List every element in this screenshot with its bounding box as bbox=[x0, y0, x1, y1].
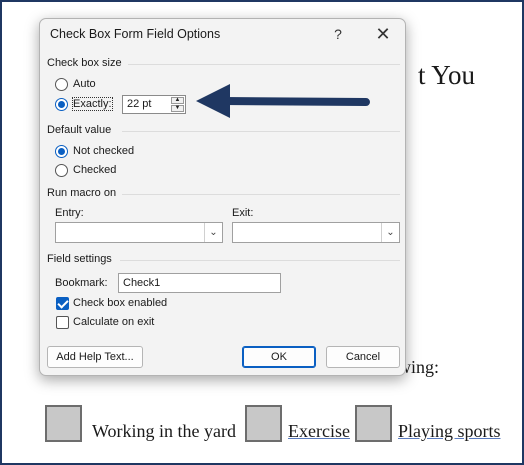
arrow-head bbox=[196, 84, 230, 118]
annotation-arrow-icon bbox=[196, 84, 370, 118]
arrow-shaft bbox=[218, 97, 370, 106]
